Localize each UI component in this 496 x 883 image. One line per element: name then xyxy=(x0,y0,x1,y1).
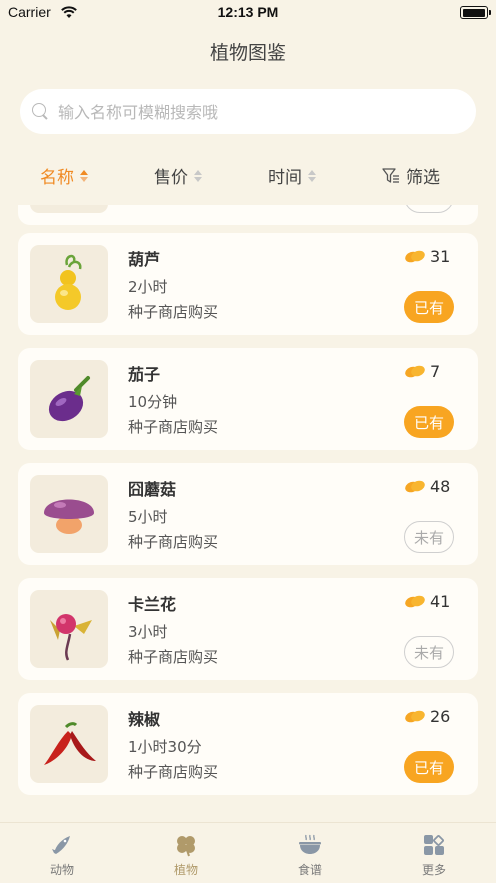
plant-grow-time: 10分钟 xyxy=(128,393,178,411)
plant-grow-time: 2小时 xyxy=(128,278,168,296)
list-item-partial[interactable] xyxy=(18,205,478,225)
grid-icon xyxy=(424,835,444,855)
plant-thumbnail xyxy=(30,360,108,438)
list-item[interactable]: 辣椒 1小时30分 种子商店购买 26 已有 xyxy=(18,693,478,795)
sort-by-price[interactable]: 售价 xyxy=(154,163,202,188)
ownership-badge[interactable]: 已有 xyxy=(404,751,454,783)
sort-name-label: 名称 xyxy=(40,168,74,188)
filter-button[interactable]: 筛选 xyxy=(382,163,440,188)
tab-label: 植物 xyxy=(173,863,198,877)
tab-label: 更多 xyxy=(421,863,446,877)
ownership-badge[interactable]: 未有 xyxy=(404,636,454,668)
clock: 12:13 PM xyxy=(217,4,279,20)
plant-source: 种子商店购买 xyxy=(128,418,219,436)
fish-icon xyxy=(52,836,70,854)
plant-price: 41 xyxy=(430,592,451,611)
filter-icon xyxy=(382,167,399,183)
tab-recipes[interactable]: 食谱 xyxy=(248,823,372,883)
plant-price: 31 xyxy=(430,247,451,266)
sort-bar: 名称 售价 时间 筛选 xyxy=(0,158,496,194)
search-input[interactable] xyxy=(56,89,460,136)
list-item[interactable]: 囧蘑菇 5小时 种子商店购买 48 未有 xyxy=(18,463,478,565)
plant-thumbnail xyxy=(30,705,108,783)
chili-icon xyxy=(44,722,96,765)
plant-name: 囧蘑菇 xyxy=(128,480,177,499)
ownership-badge[interactable]: 未有 xyxy=(404,521,454,553)
list-item[interactable]: 卡兰花 3小时 种子商店购买 41 未有 xyxy=(18,578,478,680)
sort-by-time[interactable]: 时间 xyxy=(268,163,316,188)
plant-source: 种子商店购买 xyxy=(128,533,219,551)
search-icon xyxy=(32,103,46,117)
tab-more[interactable]: 更多 xyxy=(372,823,496,883)
plant-price: 7 xyxy=(430,362,441,381)
gourd-icon xyxy=(55,254,82,310)
sort-by-name[interactable]: 名称 xyxy=(40,163,88,188)
ownership-badge[interactable]: 已有 xyxy=(404,291,454,323)
tab-plants[interactable]: 植物 xyxy=(124,823,248,883)
sort-arrows-icon xyxy=(194,169,202,182)
tab-label: 动物 xyxy=(49,863,74,877)
sort-price-label: 售价 xyxy=(154,168,188,188)
mushroom-icon xyxy=(44,499,94,534)
page-title: 植物图鉴 xyxy=(209,42,286,64)
sort-time-label: 时间 xyxy=(268,168,302,188)
plant-thumbnail xyxy=(30,205,108,213)
plant-grow-time: 5小时 xyxy=(128,508,168,526)
plant-name: 茄子 xyxy=(128,365,161,384)
list-item[interactable]: 葫芦 2小时 种子商店购买 31 已有 xyxy=(18,233,478,335)
coin-icon xyxy=(405,365,425,378)
plant-name: 葫芦 xyxy=(128,250,161,269)
plant-thumbnail xyxy=(30,590,108,668)
tab-animals[interactable]: 动物 xyxy=(0,823,124,883)
plant-price: 26 xyxy=(430,707,451,726)
plant-source: 种子商店购买 xyxy=(128,303,219,321)
coin-icon xyxy=(405,480,425,493)
plant-thumbnail xyxy=(30,475,108,553)
status-bar: Carrier 12:13 PM xyxy=(0,0,496,26)
battery-icon xyxy=(460,6,491,19)
ownership-badge[interactable] xyxy=(404,205,454,213)
clover-icon xyxy=(177,836,195,857)
plant-source: 种子商店购买 xyxy=(128,648,219,666)
list-item[interactable]: 茄子 10分钟 种子商店购买 7 已有 xyxy=(18,348,478,450)
plant-source: 种子商店购买 xyxy=(128,763,219,781)
ownership-badge[interactable]: 已有 xyxy=(404,406,454,438)
sort-arrows-icon xyxy=(80,169,88,182)
plant-thumbnail xyxy=(30,245,108,323)
filter-label: 筛选 xyxy=(406,168,440,188)
plant-price: 48 xyxy=(430,477,451,496)
plant-grow-time: 3小时 xyxy=(128,623,168,641)
plant-name: 辣椒 xyxy=(128,710,161,729)
coin-icon xyxy=(405,250,425,263)
plant-name: 卡兰花 xyxy=(128,595,177,614)
coin-icon xyxy=(405,595,425,608)
search-bar[interactable] xyxy=(20,89,476,136)
eggplant-icon xyxy=(48,376,90,422)
sort-arrows-icon xyxy=(308,169,316,182)
flower-icon xyxy=(50,614,92,661)
plant-grow-time: 1小时30分 xyxy=(128,738,202,756)
tab-bar: 动物 植物 食谱 更多 xyxy=(0,822,496,883)
bowl-icon xyxy=(299,834,321,854)
tab-label: 食谱 xyxy=(297,863,322,877)
coin-icon xyxy=(405,710,425,723)
plant-list[interactable]: 葫芦 2小时 种子商店购买 31 已有 茄子 10分钟 种子商店购买 7 已有 xyxy=(0,205,496,795)
